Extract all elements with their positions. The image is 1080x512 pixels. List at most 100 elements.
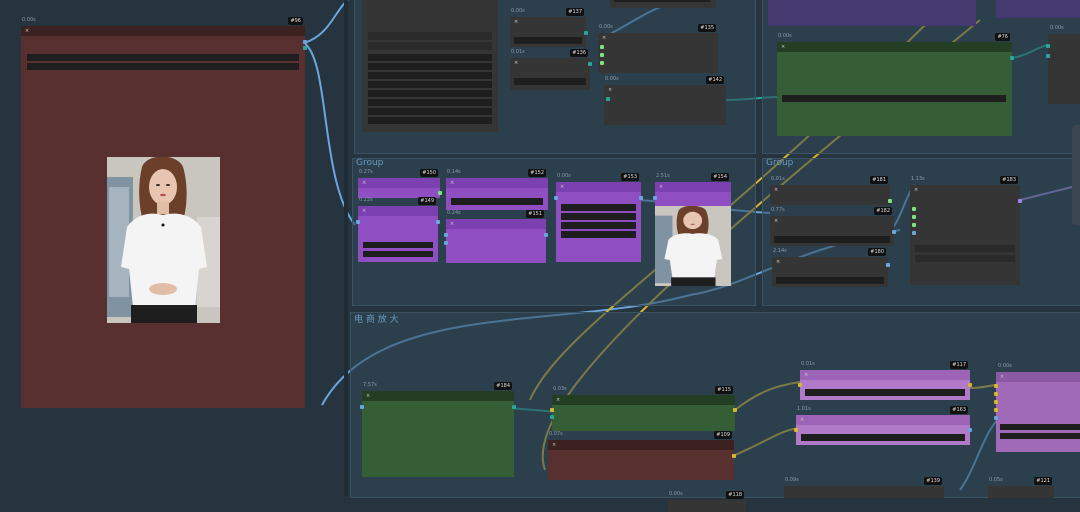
widget-field[interactable] bbox=[774, 236, 890, 243]
output-port[interactable] bbox=[588, 62, 592, 66]
output-port[interactable] bbox=[968, 428, 972, 432]
close-icon[interactable]: × bbox=[514, 19, 518, 25]
input-port[interactable] bbox=[994, 400, 998, 404]
widget-field[interactable] bbox=[27, 54, 299, 61]
node-180[interactable]: 2.14s #180 × bbox=[772, 248, 890, 287]
output-port[interactable] bbox=[886, 263, 890, 267]
input-port[interactable] bbox=[994, 384, 998, 388]
output-port[interactable] bbox=[888, 199, 892, 203]
node-135[interactable]: 0.00s #135 × bbox=[598, 24, 718, 73]
input-port[interactable] bbox=[606, 97, 610, 101]
close-icon[interactable]: × bbox=[362, 208, 366, 214]
widget-field[interactable] bbox=[27, 63, 299, 70]
node-154-preview[interactable]: 2.51s #154 × bbox=[653, 173, 731, 286]
input-port[interactable] bbox=[1046, 54, 1050, 58]
node-184[interactable]: 7.57s #184 × bbox=[360, 382, 516, 477]
widget-field[interactable] bbox=[561, 231, 636, 238]
node-header[interactable]: × bbox=[358, 178, 440, 188]
node-121[interactable]: 0.05s #121 bbox=[988, 477, 1054, 498]
widget-field[interactable] bbox=[451, 198, 543, 205]
input-port[interactable] bbox=[360, 405, 364, 409]
node-139[interactable]: 0.09s #139 bbox=[784, 477, 944, 498]
widget-field[interactable] bbox=[368, 63, 492, 70]
output-port[interactable] bbox=[303, 46, 307, 50]
widget-field[interactable] bbox=[782, 95, 1006, 102]
input-port[interactable] bbox=[653, 196, 657, 200]
widget-field[interactable] bbox=[915, 255, 1015, 262]
input-port[interactable] bbox=[356, 220, 360, 224]
node-header[interactable]: × bbox=[446, 219, 546, 229]
close-icon[interactable]: × bbox=[659, 184, 663, 190]
input-port[interactable] bbox=[912, 207, 916, 211]
output-port[interactable] bbox=[303, 40, 307, 44]
close-icon[interactable]: × bbox=[804, 372, 808, 378]
node-header[interactable]: × bbox=[548, 440, 734, 450]
widget-field[interactable] bbox=[561, 222, 636, 229]
widget-field[interactable] bbox=[368, 72, 492, 79]
input-port[interactable] bbox=[912, 215, 916, 219]
widget-field[interactable] bbox=[915, 245, 1015, 252]
input-port[interactable] bbox=[794, 428, 798, 432]
close-icon[interactable]: × bbox=[914, 187, 918, 193]
close-icon[interactable]: × bbox=[800, 417, 804, 423]
node-gray-top[interactable] bbox=[610, 0, 716, 8]
node-117[interactable]: 0.01s #117 × bbox=[798, 361, 972, 400]
scrollbar-right[interactable] bbox=[1072, 125, 1080, 225]
widget-field[interactable] bbox=[1000, 424, 1080, 430]
widget-field[interactable] bbox=[368, 90, 492, 97]
close-icon[interactable]: × bbox=[366, 393, 370, 399]
input-port[interactable] bbox=[600, 53, 604, 57]
node-109[interactable]: 0.07s #109 × bbox=[548, 431, 736, 480]
input-port[interactable] bbox=[994, 408, 998, 412]
node-purple-top[interactable] bbox=[768, 0, 976, 26]
output-port[interactable] bbox=[892, 230, 896, 234]
node-header[interactable]: × bbox=[655, 182, 731, 192]
close-icon[interactable]: × bbox=[514, 60, 518, 66]
input-port[interactable] bbox=[1046, 44, 1050, 48]
output-port[interactable] bbox=[639, 196, 643, 200]
node-header[interactable]: × bbox=[800, 370, 970, 380]
close-icon[interactable]: × bbox=[774, 218, 778, 224]
widget-field[interactable] bbox=[561, 204, 636, 211]
widget-field[interactable] bbox=[368, 32, 492, 40]
close-icon[interactable]: × bbox=[552, 442, 556, 448]
node-163[interactable]: 1.01s #163 × bbox=[794, 406, 972, 445]
node-183[interactable]: 1.13s #183 × bbox=[910, 176, 1022, 285]
close-icon[interactable]: × bbox=[608, 87, 612, 93]
output-port[interactable] bbox=[544, 233, 548, 237]
widget-field[interactable] bbox=[363, 251, 433, 257]
widget-field[interactable] bbox=[805, 389, 965, 396]
close-icon[interactable]: × bbox=[450, 221, 454, 227]
widget-field[interactable] bbox=[368, 81, 492, 88]
output-port[interactable] bbox=[732, 454, 736, 458]
close-icon[interactable]: × bbox=[1000, 374, 1004, 380]
input-port[interactable] bbox=[444, 241, 448, 245]
input-port[interactable] bbox=[798, 383, 802, 387]
node-header[interactable]: × bbox=[21, 26, 305, 36]
output-port[interactable] bbox=[1018, 199, 1022, 203]
close-icon[interactable]: × bbox=[450, 180, 454, 186]
close-icon[interactable]: × bbox=[781, 44, 785, 50]
input-port[interactable] bbox=[550, 415, 554, 419]
output-port[interactable] bbox=[436, 220, 440, 224]
node-header[interactable]: × bbox=[362, 391, 514, 401]
input-port[interactable] bbox=[444, 233, 448, 237]
input-port[interactable] bbox=[550, 408, 554, 412]
widget-field[interactable] bbox=[614, 0, 710, 2]
node-header[interactable]: × bbox=[996, 372, 1080, 382]
node-151[interactable]: 0.24s #151 × bbox=[444, 210, 548, 263]
output-port[interactable] bbox=[438, 191, 442, 195]
widget-field[interactable] bbox=[514, 78, 586, 85]
input-port[interactable] bbox=[994, 392, 998, 396]
node-header[interactable]: × bbox=[552, 395, 735, 405]
node-gray-list[interactable] bbox=[362, 0, 498, 132]
input-port[interactable] bbox=[994, 416, 998, 420]
output-port[interactable] bbox=[1010, 56, 1014, 60]
input-port[interactable] bbox=[600, 45, 604, 49]
widget-field[interactable] bbox=[801, 434, 965, 441]
output-port[interactable] bbox=[733, 408, 737, 412]
close-icon[interactable]: × bbox=[774, 187, 778, 193]
node-152[interactable]: 0.14s #152 × bbox=[446, 169, 548, 210]
node-header[interactable]: × bbox=[556, 182, 641, 192]
node-149[interactable]: 0.22s #149 × bbox=[356, 197, 440, 262]
